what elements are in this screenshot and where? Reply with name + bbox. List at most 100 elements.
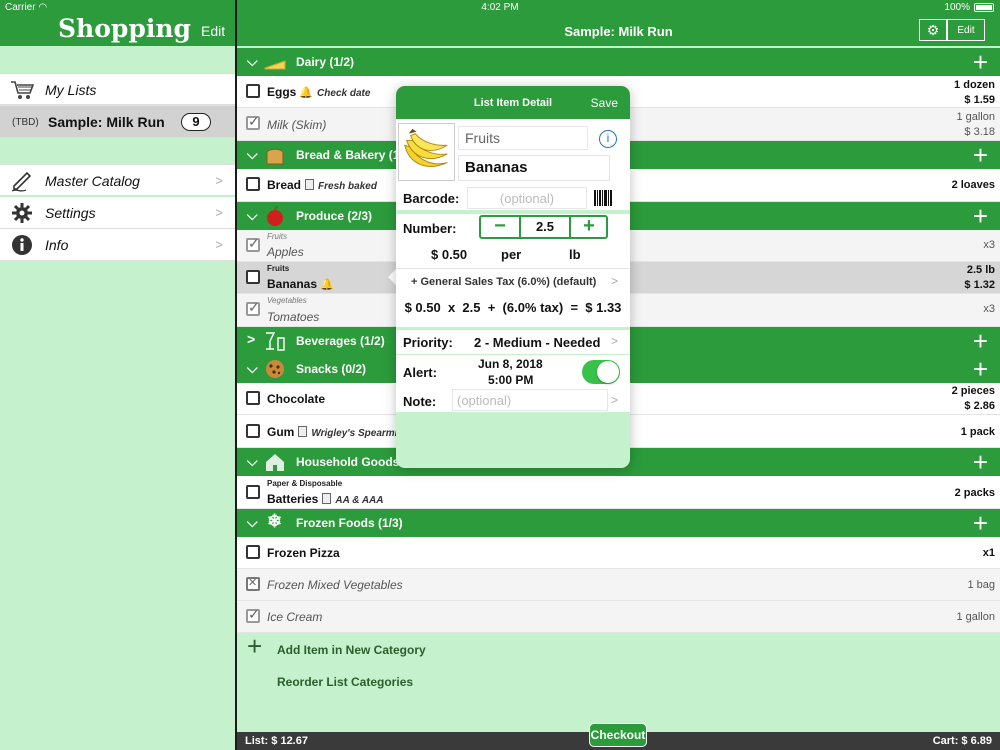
list-status-tag: (TBD) [12,117,39,128]
sidebar-edit-button[interactable]: Edit [201,23,225,39]
item-name: Frozen Pizza [267,546,340,560]
checkbox-checked[interactable] [246,606,260,623]
list-item-detail-popover: List Item Detail Save Fruits i Bananas B… [396,86,630,468]
checkbox-checked[interactable] [246,113,260,130]
chevron-right-icon: > [610,274,618,288]
alert-time[interactable]: 5:00 PM [488,373,533,387]
sidebar-item-my-lists[interactable]: My Lists [0,73,235,105]
category-name: Snacks (0/2) [296,362,367,376]
status-time: 4:02 PM [481,2,519,13]
chevron-right-icon[interactable]: > [247,331,255,347]
number-label: Number: [403,221,457,236]
price-block: Number: − 2.5 + $ 0.50 per lb + General … [396,214,630,297]
chevron-down-icon[interactable]: ⌵ [247,453,258,470]
gear-icon [12,203,32,223]
item-photo[interactable] [398,123,455,181]
checkbox[interactable] [246,177,260,191]
item-quantity: 2 loaves [951,179,995,191]
item-name: Ice Cream [267,610,323,624]
item-quantity: x3 [983,239,995,251]
save-button[interactable]: Save [591,96,618,110]
increment-button[interactable]: + [571,216,607,237]
page-title: Sample: Milk Run [564,24,673,39]
app-title: Shopping [58,14,192,43]
pen-icon [11,171,32,192]
sidebar-item-label: My Lists [45,82,97,98]
bell-icon: 🔔 [299,87,314,99]
add-item-button[interactable]: + [973,140,988,171]
add-item-button[interactable]: + [973,508,988,539]
sidebar-item-master-catalog[interactable]: Master Catalog > [0,164,235,196]
plus-icon: + [247,631,263,661]
battery-indicator: 100% [944,2,994,13]
item-subcategory: Fruits [267,232,287,241]
checkbox[interactable] [246,545,260,559]
unit-price[interactable]: $ 0.50 [431,247,467,262]
sidebar-item-info[interactable]: Info > [0,229,235,261]
chevron-down-icon[interactable]: ⌵ [247,360,258,377]
category-frozen[interactable]: ⌵ ❄ Frozen Foods (1/3) + [237,508,1000,539]
unit-selector[interactable]: lb [569,247,581,262]
chevron-down-icon[interactable]: ⌵ [247,514,258,531]
item-quantity: x3 [983,303,995,315]
checkbox[interactable] [246,391,260,405]
alert-date[interactable]: Jun 8, 2018 [478,357,543,371]
item-name-field[interactable]: Bananas [458,155,610,181]
item-subcategory: Paper & Disposable [267,479,343,488]
chevron-down-icon[interactable]: ⌵ [247,146,258,163]
item-subcategory: Fruits [267,264,290,273]
item-identity-row: Fruits i Bananas [396,119,630,187]
main-edit-button[interactable]: Edit [947,19,985,41]
item-name: Chocolate [267,392,326,406]
reorder-categories-button[interactable]: Reorder List Categories [277,675,413,689]
chevron-right-icon: > [215,237,223,252]
decrement-button[interactable]: − [481,216,519,237]
add-item-button[interactable]: + [973,201,988,232]
barcode-scan-icon[interactable] [593,188,613,208]
sidebar-item-label: Info [45,237,69,253]
item-name: Milk (Skim) [267,118,327,132]
note-label: Note: [403,394,437,409]
category-name: Frozen Foods (1/3) [296,516,403,530]
list-item-frozen-pizza[interactable]: Frozen Pizza x1 [237,537,1000,569]
checkbox[interactable] [246,84,260,98]
barcode-input[interactable]: (optional) [467,187,587,209]
category-name: Produce (2/3) [296,209,373,223]
banana-image [404,128,448,167]
add-item-button[interactable]: + [973,47,988,78]
checkbox[interactable] [246,270,260,284]
sidebar-item-current-list[interactable]: (TBD) Sample: Milk Run 9 [0,106,235,138]
checkbox[interactable] [246,424,260,438]
alert-toggle[interactable] [582,360,620,384]
add-item-button[interactable]: + [973,354,988,385]
chevron-down-icon[interactable]: ⌵ [247,53,258,70]
note-row: Note: (optional) > [396,389,630,412]
priority-row[interactable]: Priority: 2 - Medium - Needed > [396,330,630,354]
item-name: Apples [267,245,304,259]
list-item-ice-cream[interactable]: Ice Cream 1 gallon [237,601,1000,633]
info-icon[interactable]: i [599,130,617,148]
sidebar-item-settings[interactable]: Settings > [0,197,235,229]
category-dairy[interactable]: ⌵ Dairy (1/2) + [237,47,1000,78]
checkbox[interactable] [246,485,260,499]
add-item-button[interactable]: + [973,447,988,478]
checkout-button[interactable]: Checkout [589,723,647,747]
checkbox-checked[interactable] [246,235,260,252]
note-input[interactable]: (optional) [452,389,608,411]
tax-selector[interactable]: + General Sales Tax (6.0%) (default) > [396,268,630,295]
chevron-down-icon[interactable]: ⌵ [247,207,258,224]
category-field[interactable]: Fruits [458,126,588,150]
list-item-frozen-mixed-vegetables[interactable]: Frozen Mixed Vegetables 1 bag [237,569,1000,601]
list-item-batteries[interactable]: Paper & Disposable Batteries AA & AAA 2 p… [237,476,1000,509]
quantity-input[interactable]: 2.5 [519,215,571,239]
checkbox-skipped[interactable] [246,576,260,591]
item-quantity: 1 bag [967,579,995,591]
alert-label: Alert: [403,365,437,380]
item-note: Check date [317,88,371,99]
checkbox-checked[interactable] [246,299,260,316]
list-settings-button[interactable]: ⚙ [919,19,947,41]
add-item-button[interactable]: + [973,326,988,357]
item-quantity: 1 pack [960,426,995,438]
item-note: Wrigley's Spearmint [311,428,407,439]
bread-icon [266,148,284,165]
